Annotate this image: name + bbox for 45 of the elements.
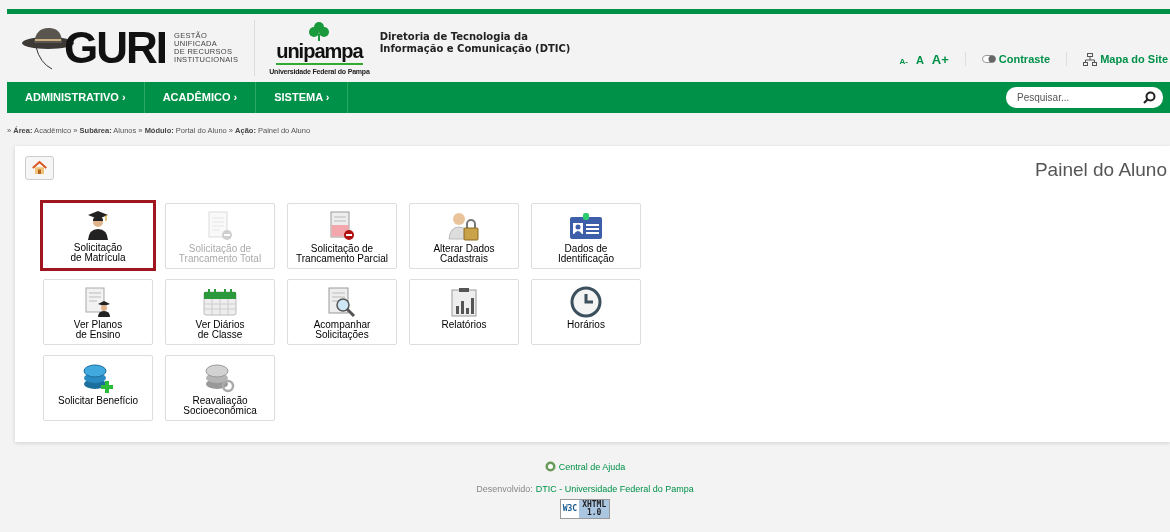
menu-tile[interactable]: Acompanhar Solicitações [287,279,397,345]
menu-tile[interactable]: Solicitação de Matrícula [40,200,156,271]
clipboard-chart-icon [451,287,477,317]
menu-tile[interactable]: Reavaliação Socioeconômica [165,355,275,421]
toggle-icon [981,55,996,63]
developed-by-label: Desenvolvido: [476,484,533,494]
nav-menu-item[interactable]: SISTEMA › [256,82,349,113]
sitemap-link[interactable]: Mapa do Site [1083,52,1168,66]
menu-tile[interactable]: Solicitar Benefício [43,355,153,421]
id-card-icon [569,212,603,240]
logo-text: GURI [64,26,166,70]
home-button[interactable] [25,156,54,180]
document-icon [206,211,234,241]
department-name: Diretoria de Tecnologia da Informação e Comunicação (DTIC) [379,31,571,55]
document-icon [328,211,356,241]
sitemap-icon [1083,52,1098,66]
page-title: Painel do Aluno [1034,158,1168,181]
contrast-link[interactable]: Contraste [981,53,1051,65]
calendar-icon [203,288,237,316]
clock-icon [570,286,602,318]
search-field[interactable]: Pesquisar... [1006,87,1163,108]
user-lock-icon [448,211,480,241]
partner-logo-text: unipampa [276,41,363,65]
house-icon [32,159,47,177]
font-size-button[interactable]: A+ [931,51,949,67]
search-icon[interactable] [1143,91,1156,104]
menu-tile[interactable]: Solicitação de Trancamento Parcial [287,203,397,269]
menu-tile[interactable]: Ver Planos de Ensino [43,279,153,345]
document-graduate-icon [84,287,112,317]
help-link[interactable]: Central de Ajuda [544,461,626,472]
nav-menu-item[interactable]: ACADÊMICO › [144,82,257,113]
nav-menu-item[interactable]: ADMINISTRATIVO › [7,82,145,113]
menu-tile[interactable]: Relatórios [409,279,519,345]
developer-link[interactable]: DTIC - Universidade Federal do Pampa [535,484,694,494]
font-size-button[interactable]: A- [899,56,908,66]
coins-plus-icon [82,363,114,393]
menu-tile[interactable]: Horários [531,279,641,345]
document-magnifier-icon [327,287,357,317]
coins-refresh-icon [204,363,236,393]
menu-tile[interactable]: Dados de Identificação [531,203,641,269]
menu-tile[interactable]: Alterar Dados Cadastrais [409,203,519,269]
tree-icon [308,21,331,41]
graduate-icon [85,210,111,240]
font-size-button[interactable]: A [915,53,924,66]
menu-tile[interactable]: Ver Diários de Classe [165,279,275,345]
